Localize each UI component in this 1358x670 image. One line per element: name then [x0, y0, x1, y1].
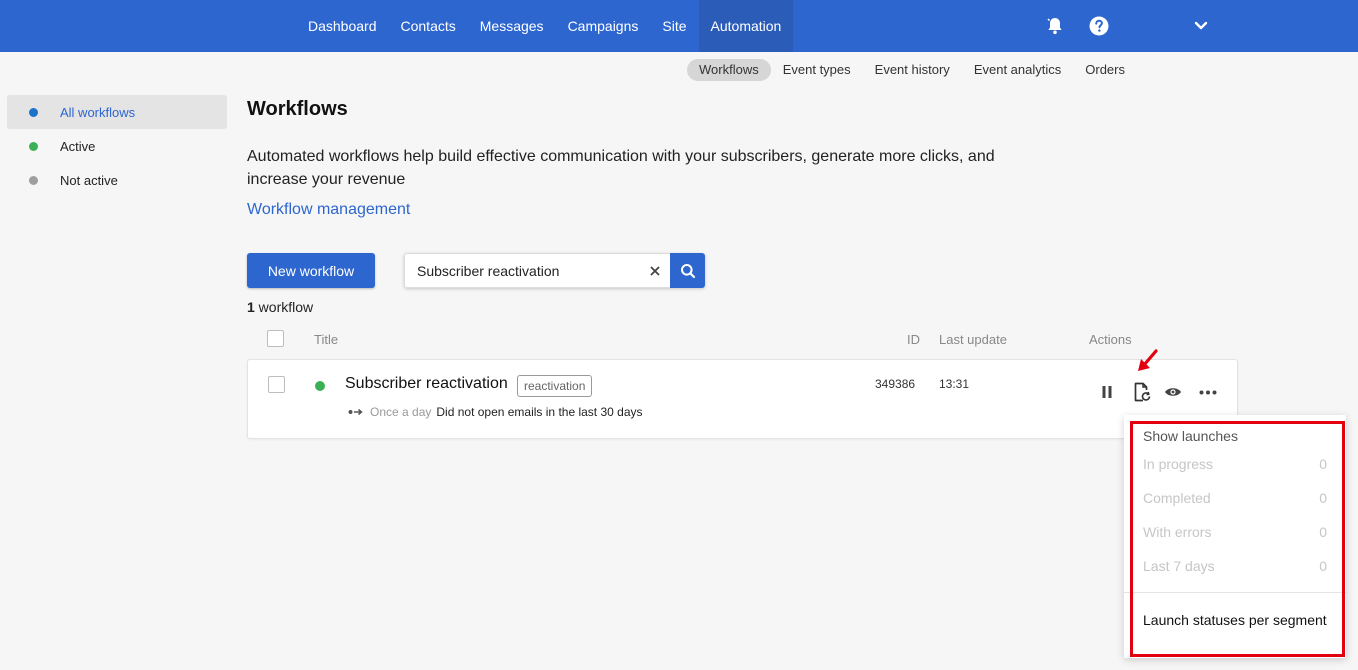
nav-contacts[interactable]: Contacts — [389, 0, 468, 52]
select-all-checkbox[interactable] — [267, 330, 284, 347]
sidebar-item-label: All workflows — [60, 104, 136, 120]
launches-popover: Show launches In progress 0 Completed 0 … — [1124, 415, 1346, 658]
workflow-count-label: workflow — [254, 299, 314, 315]
subnav-orders[interactable]: Orders — [1073, 59, 1137, 81]
launches-label: Completed — [1143, 490, 1211, 506]
sidebar-item-active[interactable]: Active — [7, 129, 227, 163]
workflow-frequency: Once a day — [370, 405, 432, 419]
nav-campaigns[interactable]: Campaigns — [556, 0, 651, 52]
launches-icon[interactable] — [1131, 381, 1153, 403]
workflow-id: 349386 — [875, 377, 916, 391]
launches-completed: Completed 0 — [1143, 490, 1327, 506]
column-header-last-update: Last update — [939, 332, 1007, 347]
workflow-last-update: 13:31 — [939, 377, 970, 391]
new-workflow-button[interactable]: New workflow — [247, 253, 375, 288]
status-dot-blue — [29, 107, 38, 117]
clear-icon[interactable] — [640, 253, 670, 288]
popover-divider — [1124, 592, 1346, 593]
main-nav: Dashboard Contacts Messages Campaigns Si… — [296, 0, 794, 52]
search-bar — [404, 253, 705, 288]
trigger-arrow-icon — [348, 405, 364, 419]
launches-with-errors: With errors 0 — [1143, 524, 1327, 540]
workflow-condition: Did not open emails in the last 30 days — [436, 405, 643, 419]
sidebar-item-label: Active — [60, 138, 96, 154]
subnav-event-history[interactable]: Event history — [863, 59, 962, 81]
popover-title: Show launches — [1143, 428, 1238, 444]
search-button[interactable] — [670, 253, 705, 288]
launches-last-7-days: Last 7 days 0 — [1143, 558, 1327, 574]
status-dot-active — [315, 381, 325, 391]
workflow-count: 1 workflow — [247, 299, 313, 315]
launches-value: 0 — [1319, 456, 1327, 472]
sidebar: All workflows Active Not active — [7, 95, 227, 197]
search-input[interactable] — [404, 253, 640, 288]
table-row[interactable]: Subscriber reactivation reactivation Onc… — [247, 359, 1238, 439]
nav-site[interactable]: Site — [650, 0, 698, 52]
launches-label: In progress — [1143, 456, 1214, 472]
sub-nav: Workflows Event types Event history Even… — [687, 59, 1137, 81]
launches-label: Last 7 days — [1143, 558, 1215, 574]
help-icon[interactable] — [1087, 14, 1111, 38]
launches-value: 0 — [1319, 490, 1327, 506]
sidebar-item-all-workflows[interactable]: All workflows — [7, 95, 227, 129]
nav-dashboard[interactable]: Dashboard — [296, 0, 389, 52]
row-checkbox[interactable] — [268, 376, 285, 393]
workflow-count-number: 1 — [247, 299, 255, 315]
column-header-actions: Actions — [1089, 332, 1132, 347]
workflow-management-link[interactable]: Workflow management — [247, 201, 410, 219]
launches-value: 0 — [1319, 558, 1327, 574]
launches-label: With errors — [1143, 524, 1212, 540]
page-title: Workflows — [247, 98, 348, 120]
search-icon — [680, 263, 695, 278]
launches-value: 0 — [1319, 524, 1327, 540]
workflow-tag: reactivation — [517, 375, 593, 397]
column-header-title: Title — [314, 332, 339, 347]
more-icon[interactable] — [1197, 381, 1219, 403]
bell-icon[interactable] — [1043, 14, 1067, 38]
sidebar-item-label: Not active — [60, 172, 118, 188]
workflow-title[interactable]: Subscriber reactivation — [345, 375, 508, 393]
column-header-id: ID — [907, 332, 920, 347]
launch-statuses-link[interactable]: Launch statuses per segment — [1143, 612, 1327, 628]
pause-icon[interactable] — [1096, 381, 1118, 403]
page-description: Automated workflows help build effective… — [247, 148, 995, 188]
sidebar-item-not-active[interactable]: Not active — [7, 163, 227, 197]
nav-messages[interactable]: Messages — [468, 0, 556, 52]
top-bar: Dashboard Contacts Messages Campaigns Si… — [0, 0, 1358, 52]
eye-icon[interactable] — [1162, 381, 1184, 403]
annotation-arrow-icon — [1134, 349, 1160, 382]
status-dot-green — [29, 141, 38, 151]
subnav-event-analytics[interactable]: Event analytics — [962, 59, 1073, 81]
workflow-trigger: Once a day Did not open emails in the la… — [348, 405, 643, 419]
status-dot-gray — [29, 175, 38, 185]
chevron-down-icon[interactable] — [1189, 14, 1213, 38]
subnav-event-types[interactable]: Event types — [771, 59, 863, 81]
nav-automation[interactable]: Automation — [698, 0, 794, 52]
launches-in-progress: In progress 0 — [1143, 456, 1327, 472]
subnav-workflows[interactable]: Workflows — [687, 59, 771, 81]
